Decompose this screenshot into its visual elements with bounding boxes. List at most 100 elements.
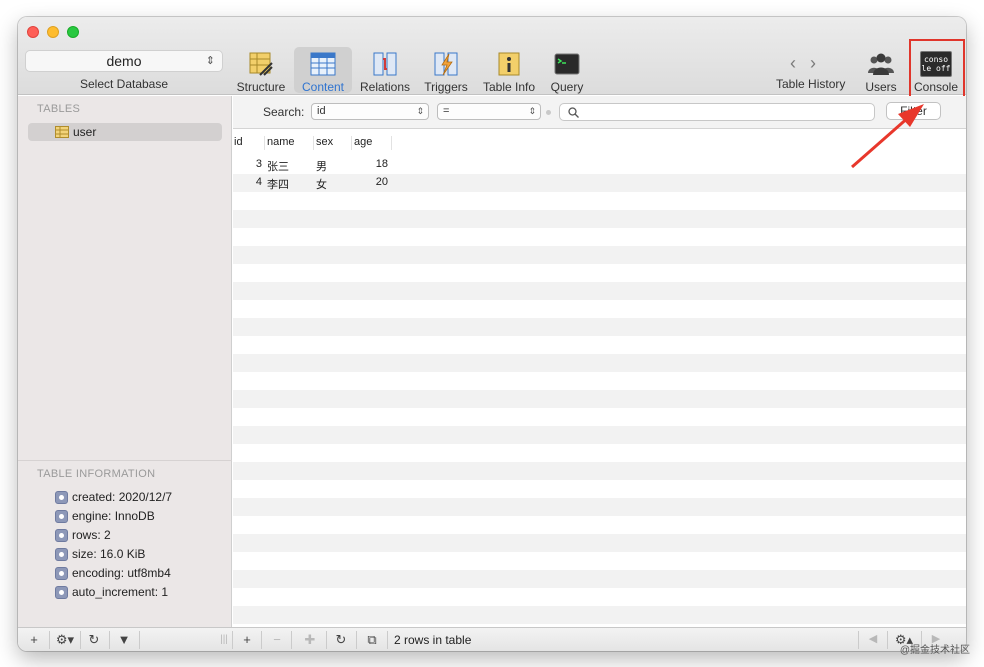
separator [49,631,50,649]
column-header-age[interactable]: age [351,136,372,150]
table-icon [55,126,69,138]
updown-chevron-icon: ⇕ [205,55,215,67]
query-button[interactable]: Query [538,47,596,94]
row-count-status: 2 rows in table [394,633,472,647]
add-row-button[interactable]: + [239,631,255,648]
empty-row [233,336,966,354]
empty-row [233,606,966,624]
updown-chevron-icon: ⇕ [528,106,536,116]
table-history-label: Table History [776,77,846,91]
filter-status-dot [546,110,551,115]
info-bullet-icon [55,586,68,599]
cell-id[interactable]: 4 [234,176,262,188]
empty-row [233,570,966,588]
filter-field-select[interactable]: id ⇕ [311,103,429,120]
filter-field-value: id [317,105,326,117]
grid-header: id name sex age [233,130,966,154]
cell-id[interactable]: 3 [234,158,262,170]
column-header-end [391,136,394,150]
triggers-label: Triggers [424,80,468,94]
column-header-id[interactable]: id [234,136,243,150]
cell-sex[interactable]: 男 [316,158,327,174]
info-bullet-icon [55,510,68,523]
terminal-icon [554,53,580,75]
maximize-window-button[interactable] [67,26,79,38]
filter-search-input[interactable] [559,103,875,121]
filter-bar: Search: id ⇕ = ⇕ Filter [233,96,966,129]
add-table-button[interactable]: + [26,631,42,648]
separator [139,631,140,649]
separator [858,631,859,649]
duplicate-row-icon[interactable]: ✚ [302,631,318,648]
info-engine: engine: InnoDB [72,509,155,523]
empty-row [233,300,966,318]
users-button[interactable]: Users [852,47,910,94]
table-info-button[interactable]: Table Info [480,47,538,94]
gear-menu-icon[interactable]: ⚙▾ [54,631,76,648]
search-label: Search: [263,105,305,119]
column-header-name[interactable]: name [264,136,295,150]
table-row[interactable]: 4 李四 女 20 [233,174,966,192]
empty-row [233,534,966,552]
separator [109,631,110,649]
sidebar-resize-handle-icon[interactable]: ||| [218,631,230,648]
empty-row [233,552,966,570]
empty-row [233,498,966,516]
minimize-window-button[interactable] [47,26,59,38]
separator [261,631,262,649]
empty-row [233,246,966,264]
structure-button[interactable]: Structure [232,47,290,94]
filter-operator-select[interactable]: = ⇕ [437,103,541,120]
table-info-icon [498,52,520,76]
copy-rows-icon[interactable]: ⧉ [364,631,380,648]
empty-row [233,444,966,462]
previous-page-icon[interactable]: ◀ [866,631,880,648]
database-select[interactable]: demo ⇕ [25,50,223,72]
users-icon [868,53,894,75]
filter-button[interactable]: Filter [886,102,941,120]
refresh-tables-icon[interactable]: ↻ [86,631,102,648]
database-select-value: demo [106,53,142,69]
forward-arrow-icon[interactable]: › [810,53,830,73]
toolbar: demo ⇕ Select Database Structure Content… [18,17,966,98]
tables-header: TABLES [37,103,81,115]
cell-sex[interactable]: 女 [316,176,327,192]
structure-icon [249,52,273,76]
column-header-sex[interactable]: sex [313,136,333,150]
remove-row-button[interactable]: − [269,631,285,648]
cell-name[interactable]: 李四 [267,176,289,192]
empty-row [233,372,966,390]
table-row[interactable]: 3 张三 男 18 [233,156,966,174]
info-bullet-icon [55,548,68,561]
cell-age[interactable]: 20 [355,176,388,188]
info-bullet-icon [55,567,68,580]
info-encoding: encoding: utf8mb4 [72,566,171,580]
users-label: Users [865,80,897,94]
triggers-button[interactable]: Triggers [417,47,475,94]
close-window-button[interactable] [27,26,39,38]
empty-row [233,210,966,228]
back-arrow-icon[interactable]: ‹ [790,53,810,73]
filter-operator-value: = [443,105,450,117]
filter-tables-icon[interactable]: ▼ [116,631,132,648]
empty-row [233,282,966,300]
separator [387,631,388,649]
table-info-label: Table Info [482,80,536,94]
separator [232,631,233,649]
empty-row [233,354,966,372]
triggers-icon [434,52,458,76]
content-button[interactable]: Content [294,47,352,94]
cell-name[interactable]: 张三 [267,158,289,174]
cell-age[interactable]: 18 [355,158,388,170]
content-grid: id name sex age 3 张三 男 18 4 李四 女 20 [233,130,966,627]
structure-label: Structure [236,80,286,94]
empty-row [233,462,966,480]
empty-row [233,318,966,336]
refresh-content-icon[interactable]: ↻ [333,631,349,648]
relations-button[interactable]: Relations [356,47,414,94]
table-item-user[interactable]: user [28,123,222,141]
empty-row [233,264,966,282]
content-table-icon [310,52,336,76]
info-bullet-icon [55,529,68,542]
empty-row [233,588,966,606]
